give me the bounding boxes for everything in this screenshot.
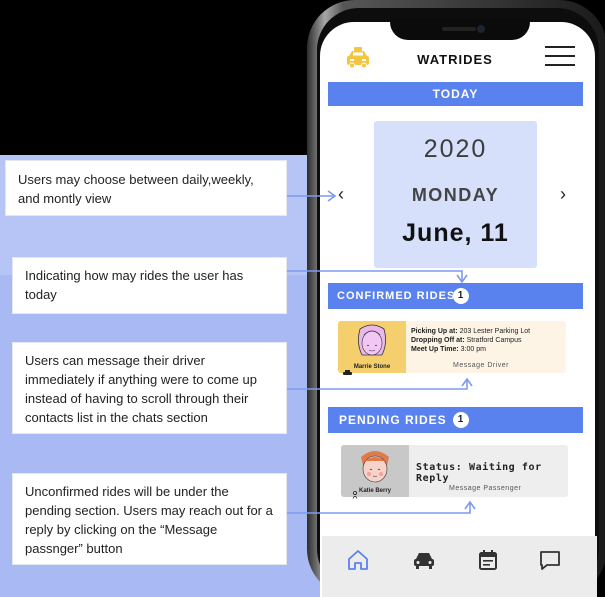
date-weekday: MONDAY [411,185,500,205]
phone-speaker [442,27,476,31]
car-icon[interactable] [408,544,440,576]
pending-rides-header: PENDING RIDES 1 [328,407,583,433]
annotation-view-switch: Users may choose between daily,weekly, a… [5,160,287,216]
bottom-tab-bar [322,536,597,597]
date-full: June, 11 [402,219,509,247]
pending-status: Status: Waiting for Reply [416,462,542,484]
confirmed-count-badge: 1 [453,288,469,304]
confirmed-rides-label: CONFIRMED RIDES [337,290,456,302]
message-passenger-button[interactable]: Message Passenger [449,485,521,492]
front-camera [477,25,485,33]
car-small-icon [343,363,352,381]
person-small-icon [352,486,358,504]
pickup-label: Picking Up at: [411,328,458,335]
annotation-ride-count: Indicating how may rides the user has to… [12,257,287,314]
confirmed-ride-card: Marrie Stone Picking Up at: 203 Lester P… [338,321,566,375]
app-title: WATRIDES [417,52,493,67]
pending-rides-label: PENDING RIDES [339,413,447,427]
date-year: 2020 [423,135,488,163]
chat-icon[interactable] [534,544,566,576]
annotation-pending: Unconfirmed rides will be under the pend… [12,473,287,565]
meetup-value: 3:00 pm [460,346,486,353]
chevron-right-icon[interactable]: › [560,184,566,205]
pickup-value: 203 Lester Parking Lot [459,328,531,335]
pending-ride-card: Katie Berry Status: Waiting for Reply Me… [341,445,568,499]
calendar-icon[interactable] [472,544,504,576]
annotation-message-driver: Users can message their driver immediate… [12,342,287,434]
home-icon[interactable] [342,544,374,576]
hamburger-icon[interactable] [545,46,575,68]
phone-screen [320,22,595,597]
taxi-icon [345,46,371,70]
confirmed-rides-header: CONFIRMED RIDES 1 [328,283,583,309]
message-driver-button[interactable]: Message Driver [453,362,509,369]
dropoff-label: Dropping Off at: [411,337,465,344]
chevron-left-icon[interactable]: ‹ [338,184,344,205]
ride-details: Picking Up at: 203 Lester Parking Lot Dr… [411,327,530,354]
meetup-label: Meet Up Time: [411,346,459,353]
today-header: TODAY [328,82,583,106]
dropoff-value: Stratford Campus [466,337,522,344]
pending-count-badge: 1 [453,412,469,428]
date-card: 2020 MONDAY June, 11 [374,121,537,268]
